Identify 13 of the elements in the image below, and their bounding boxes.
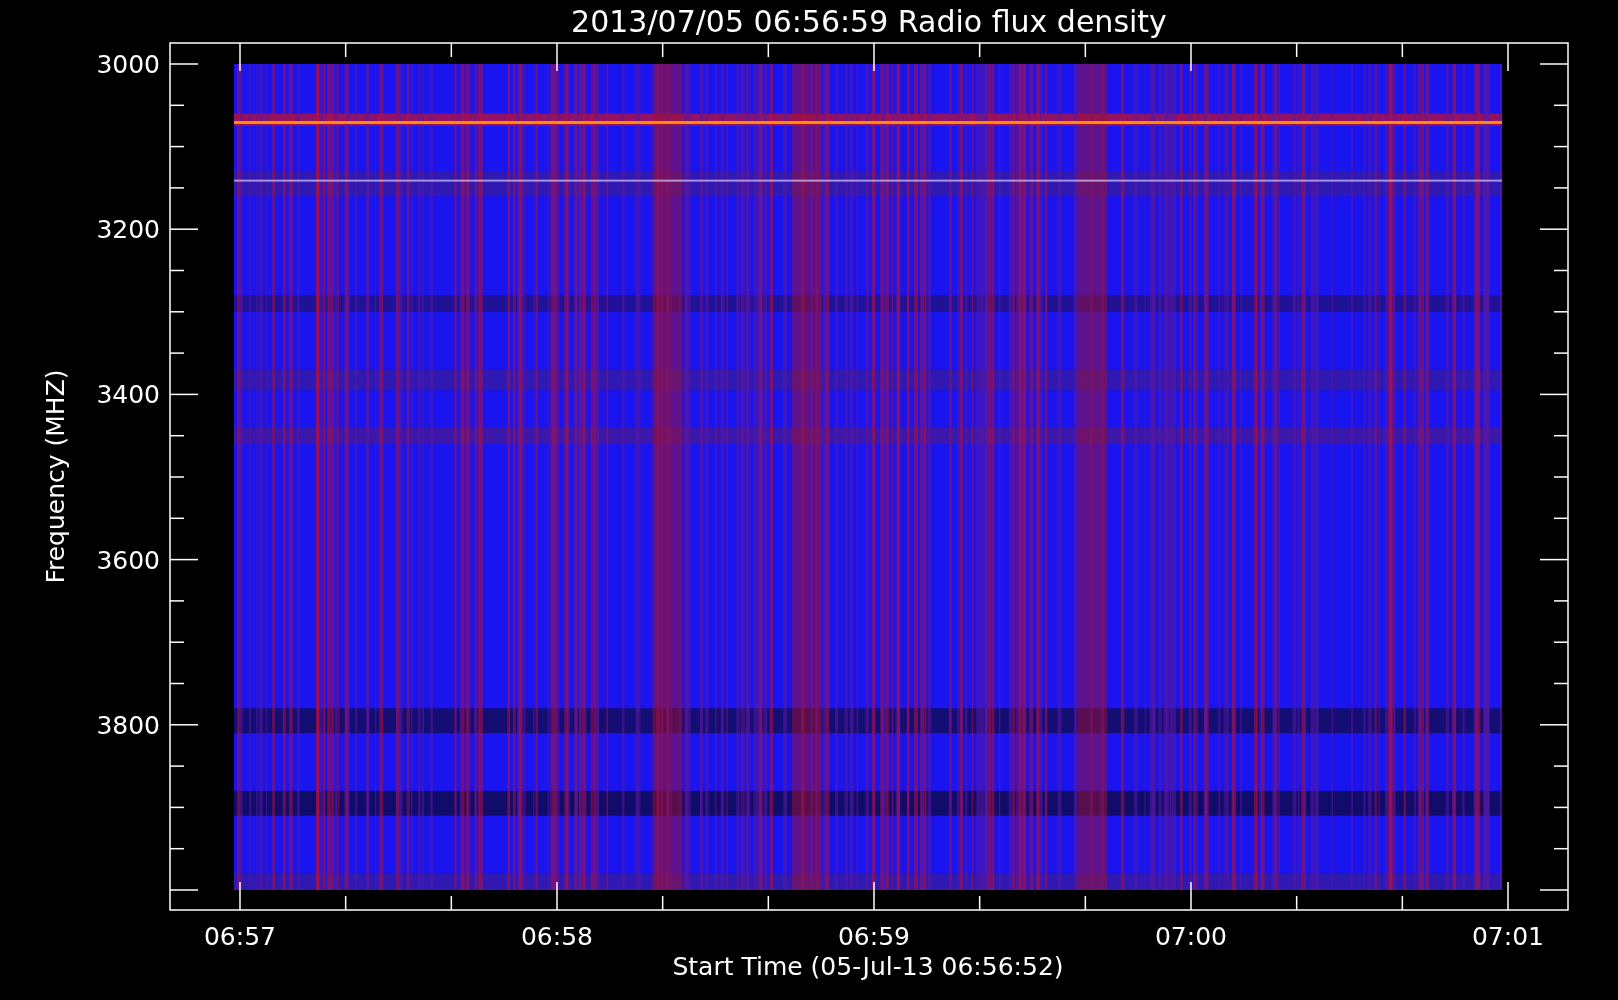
- y-tick-label: 3800: [96, 710, 160, 740]
- x-axis-label: Start Time (05-Jul-13 06:56:52): [672, 952, 1064, 981]
- x-tick-label: 07:00: [1155, 922, 1227, 951]
- x-tick-label: 07:01: [1472, 922, 1544, 951]
- x-tick-label: 06:59: [838, 922, 910, 951]
- y-tick-label: 3200: [96, 215, 160, 245]
- y-tick-label: 3400: [96, 380, 160, 410]
- y-tick-label: 3000: [96, 50, 160, 79]
- chart-title: 2013/07/05 06:56:59 Radio flux density: [571, 4, 1167, 39]
- y-axis-label: Frequency (MHZ): [41, 369, 70, 584]
- x-tick-label: 06:58: [521, 922, 593, 951]
- y-tick-label: 3600: [96, 545, 160, 575]
- x-tick-label: 06:57: [204, 922, 276, 951]
